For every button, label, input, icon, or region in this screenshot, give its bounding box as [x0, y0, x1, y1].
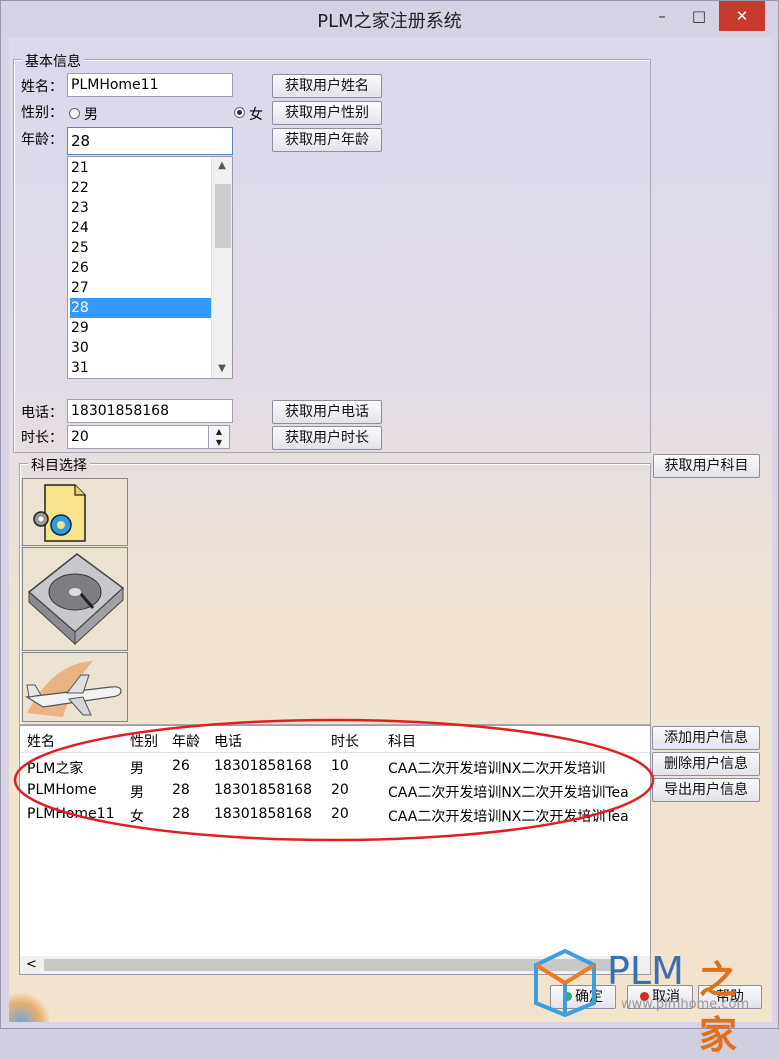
get-age-button[interactable]: 获取用户年龄 — [272, 128, 382, 152]
phone-input[interactable]: 18301858168 — [67, 399, 233, 423]
spin-up-icon[interactable]: ▲ — [209, 426, 229, 437]
gear-document-icon — [33, 484, 86, 542]
subject-item-3[interactable] — [22, 652, 128, 722]
basic-info-legend: 基本信息 — [22, 51, 84, 71]
age-option[interactable]: 23 — [70, 198, 211, 218]
age-option[interactable]: 28 — [70, 298, 211, 318]
duration-spinner[interactable]: ▲ ▼ — [208, 425, 230, 449]
subject-legend: 科目选择 — [28, 455, 90, 475]
scroll-up-icon[interactable]: ▲ — [212, 157, 232, 175]
spin-down-icon[interactable]: ▼ — [209, 437, 229, 448]
scroll-down-icon[interactable]: ▼ — [212, 360, 232, 378]
add-user-button[interactable]: 添加用户信息 — [652, 726, 760, 750]
application-window: PLM之家注册系统 – □ ✕ 基本信息 姓名： PLMHome11 获取用户姓… — [0, 0, 779, 1057]
age-option[interactable]: 26 — [70, 258, 211, 278]
age-listbox-scrollbar[interactable]: ▲ ▼ — [211, 157, 232, 378]
watermark-plm: PLM — [607, 949, 684, 993]
age-option[interactable]: 29 — [70, 318, 211, 338]
female-label: 女 — [249, 107, 263, 123]
name-input[interactable]: PLMHome11 — [67, 73, 233, 97]
export-user-button[interactable]: 导出用户信息 — [652, 778, 760, 802]
scroll-left-icon[interactable]: < — [26, 956, 37, 974]
get-phone-button[interactable]: 获取用户电话 — [272, 400, 382, 424]
duration-label: 时长： — [21, 430, 63, 446]
get-name-button[interactable]: 获取用户姓名 — [272, 74, 382, 98]
get-gender-button[interactable]: 获取用户性别 — [272, 101, 382, 125]
age-option[interactable]: 24 — [70, 218, 211, 238]
age-option[interactable]: 27 — [70, 278, 211, 298]
phone-label: 电话： — [21, 405, 63, 421]
hard-disk-icon — [27, 553, 125, 646]
watermark-url: www.plmhome.com — [621, 997, 750, 1012]
age-listbox[interactable]: 21 22 23 24 25 26 27 28 29 30 31 ▲ ▼ — [67, 156, 233, 379]
decorative-corner — [9, 989, 49, 1022]
maximize-button[interactable]: □ — [681, 1, 717, 31]
duration-input[interactable]: 20 — [67, 425, 210, 449]
minimize-button[interactable]: – — [644, 1, 680, 31]
title-bar: PLM之家注册系统 – □ ✕ — [1, 1, 778, 37]
male-radio[interactable] — [69, 108, 80, 119]
get-subject-button[interactable]: 获取用户科目 — [653, 454, 760, 478]
age-option[interactable]: 21 — [70, 158, 211, 178]
name-label: 姓名： — [21, 79, 63, 95]
close-button[interactable]: ✕ — [719, 1, 765, 31]
age-input[interactable]: 28 — [67, 127, 233, 155]
female-radio[interactable] — [234, 107, 245, 118]
delete-user-button[interactable]: 删除用户信息 — [652, 752, 760, 776]
age-option[interactable]: 31 — [70, 358, 211, 378]
male-label: 男 — [84, 107, 98, 123]
plm-logo-icon — [534, 948, 596, 1018]
age-option[interactable]: 22 — [70, 178, 211, 198]
annotation-ellipse — [13, 718, 655, 842]
age-option[interactable]: 25 — [70, 238, 211, 258]
subject-item-2[interactable] — [22, 547, 128, 651]
client-area: 基本信息 姓名： PLMHome11 获取用户姓名 性别： 男 女 获取用户性别… — [9, 37, 772, 1057]
get-duration-button[interactable]: 获取用户时长 — [272, 426, 382, 450]
gender-label: 性别： — [21, 105, 63, 121]
age-label: 年龄： — [21, 132, 63, 148]
airplane-icon — [25, 661, 122, 717]
subject-item-1[interactable] — [22, 478, 128, 546]
age-option[interactable]: 30 — [70, 338, 211, 358]
scroll-thumb[interactable] — [215, 184, 231, 248]
